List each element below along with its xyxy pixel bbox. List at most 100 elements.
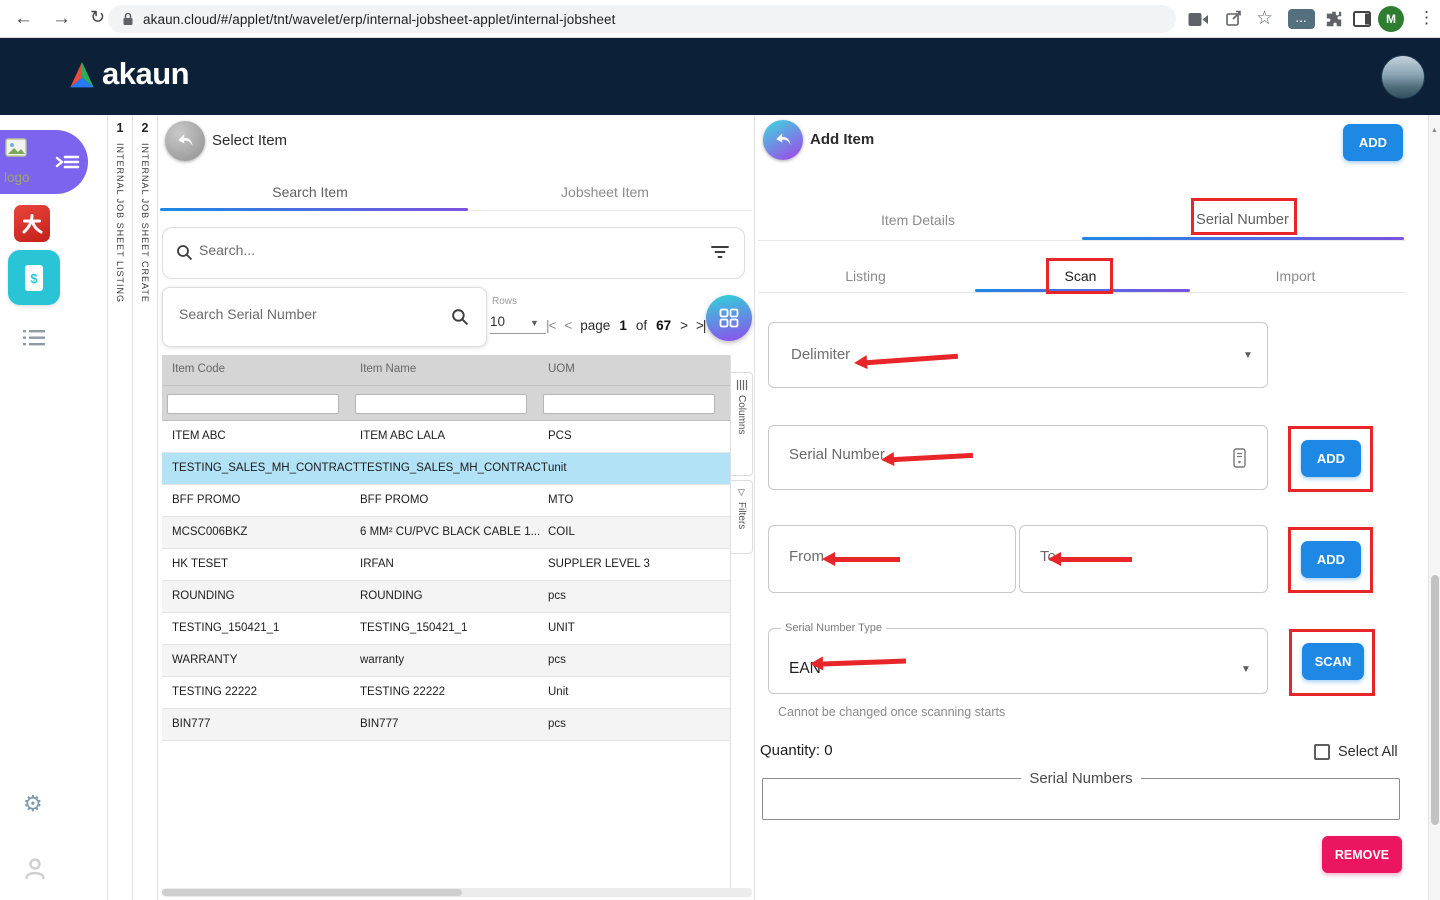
handheld-scanner-icon[interactable] (1233, 448, 1246, 468)
subtab-import[interactable]: Import (1188, 268, 1403, 284)
filter-input-item-name[interactable] (355, 394, 527, 414)
scrollbar-thumb[interactable] (1431, 575, 1439, 825)
filter-input-uom[interactable] (543, 394, 715, 414)
delimiter-select[interactable]: Delimiter ▼ (768, 322, 1268, 388)
cell-item-code: MCSC006BKZ (172, 526, 247, 538)
column-header-uom[interactable]: UOM (548, 363, 575, 375)
select-all-checkbox[interactable] (1314, 744, 1330, 760)
add-item-button[interactable]: ADD (1343, 124, 1403, 161)
search-icon[interactable] (451, 308, 469, 326)
menu-collapse-icon[interactable] (54, 150, 80, 174)
tab-serial-number[interactable]: Serial Number (1080, 212, 1405, 228)
serial-numbers-list[interactable]: Serial Numbers (762, 770, 1400, 820)
first-page-button[interactable]: |< (546, 318, 555, 333)
scan-button[interactable]: SCAN (1302, 643, 1364, 680)
extensions-puzzle-icon[interactable] (1322, 8, 1346, 30)
browser-forward-icon[interactable]: → (52, 8, 71, 30)
address-bar[interactable]: akaun.cloud/#/applet/tnt/wavelet/erp/int… (108, 5, 1176, 33)
right-panel-scrollbar[interactable]: ▲ (1428, 115, 1440, 900)
cell-item-name: ROUNDING (360, 590, 423, 602)
total-pages: 67 (656, 318, 671, 333)
active-tab-underline (1082, 237, 1404, 240)
bookmark-star-icon[interactable]: ☆ (1256, 7, 1273, 30)
funnel-icon: ▽ (738, 487, 745, 498)
cell-item-code: TESTING_SALES_MH_CONTRACT (172, 462, 360, 474)
subtab-listing[interactable]: Listing (758, 268, 973, 284)
tab-jobsheet-item[interactable]: Jobsheet Item (460, 184, 750, 200)
table-row[interactable]: ROUNDING ROUNDING pcs (162, 581, 730, 613)
cell-item-name: ITEM ABC LALA (360, 430, 445, 442)
table-row[interactable]: BIN777 BIN777 pcs (162, 709, 730, 741)
delimiter-caret-icon: ▼ (1243, 350, 1253, 361)
svg-text:$: $ (30, 271, 38, 286)
app-root: ← → ↻ akaun.cloud/#/applet/tnt/wavelet/e… (0, 0, 1440, 900)
next-page-button[interactable]: > (680, 318, 687, 333)
app-tile-billing-icon[interactable]: $ (8, 250, 60, 305)
remove-button[interactable]: REMOVE (1322, 836, 1402, 873)
table-filter-row (162, 385, 730, 421)
cell-item-name: 6 MM² CU/PVC BLACK CABLE 1... (360, 526, 540, 538)
workspace-tab-create[interactable]: 2 INTERNAL JOB SHEET CREATE (133, 115, 158, 900)
rows-per-page-value: 10 (490, 314, 505, 329)
share-icon[interactable] (1222, 7, 1246, 29)
table-row[interactable]: MCSC006BKZ 6 MM² CU/PVC BLACK CABLE 1...… (162, 517, 730, 549)
select-item-back-button[interactable] (165, 121, 205, 161)
current-page: 1 (619, 318, 627, 333)
add-item-back-button[interactable] (763, 120, 803, 160)
side-panel-icon[interactable] (1350, 8, 1374, 30)
extension-badge-icon[interactable]: ... (1288, 9, 1315, 29)
settings-gear-icon[interactable]: ⚙ (23, 791, 43, 817)
browser-menu-icon[interactable]: ⋮ (1418, 8, 1435, 28)
cell-item-code: ROUNDING (172, 590, 235, 602)
item-search-input[interactable] (199, 242, 679, 258)
columns-tab-label: Columns (736, 395, 747, 434)
column-header-item-name[interactable]: Item Name (360, 363, 416, 375)
grid-view-button[interactable] (706, 295, 752, 341)
serial-add-button[interactable]: ADD (1301, 440, 1361, 477)
table-row[interactable]: ITEM ABC ITEM ABC LALA PCS (162, 421, 730, 453)
table-row[interactable]: WARRANTY warranty pcs (162, 645, 730, 677)
app-navbar: akaun (0, 38, 1440, 115)
camera-icon[interactable] (1186, 8, 1210, 30)
cell-item-code: TESTING 22222 (172, 686, 257, 698)
from-input[interactable] (789, 548, 849, 565)
browser-profile-avatar[interactable]: M (1378, 6, 1404, 32)
workspace-tab-label: INTERNAL JOB SHEET LISTING (115, 143, 125, 303)
serial-search-input[interactable] (179, 306, 439, 322)
serial-number-input[interactable] (789, 446, 1169, 463)
prev-page-button[interactable]: < (564, 318, 571, 333)
columns-vertical-tab[interactable]: Columns (731, 372, 753, 476)
table-horizontal-scrollbar[interactable] (162, 888, 752, 897)
filter-input-item-code[interactable] (167, 394, 339, 414)
tab-item-details[interactable]: Item Details (758, 212, 1078, 228)
workspace-tab-listing[interactable]: 1 INTERNAL JOB SHEET LISTING (108, 115, 133, 900)
cell-uom: SUPPLER LEVEL 3 (548, 558, 650, 570)
scroll-up-icon[interactable]: ▲ (1431, 127, 1438, 134)
table-row[interactable]: TESTING_150421_1 TESTING_150421_1 UNIT (162, 613, 730, 645)
table-header: Item Code Item Name UOM (162, 355, 730, 385)
browser-reload-icon[interactable]: ↻ (90, 7, 105, 28)
tab-search-item[interactable]: Search Item (160, 184, 460, 200)
rows-per-page-select[interactable]: 10 ▼ (490, 314, 546, 334)
range-add-button[interactable]: ADD (1301, 541, 1361, 578)
table-row-selected[interactable]: TESTING_SALES_MH_CONTRACT TESTING_SALES_… (162, 453, 730, 485)
table-row[interactable]: TESTING 22222 TESTING 22222 Unit (162, 677, 730, 709)
browser-back-icon[interactable]: ← (14, 8, 33, 30)
sidebar-logo-pill[interactable]: logo (0, 130, 88, 194)
scrollbar-thumb[interactable] (162, 889, 462, 896)
filters-vertical-tab[interactable]: ▽ Filters (731, 480, 753, 554)
user-avatar[interactable] (1381, 55, 1425, 99)
last-page-button[interactable]: >| (696, 318, 705, 333)
list-menu-icon[interactable] (22, 328, 46, 348)
table-row[interactable]: HK TESET IRFAN SUPPLER LEVEL 3 (162, 549, 730, 581)
table-row[interactable]: BFF PROMO BFF PROMO MTO (162, 485, 730, 517)
to-input[interactable] (1040, 548, 1090, 565)
filter-list-icon[interactable] (711, 244, 729, 260)
left-panel-title: Select Item (212, 132, 287, 149)
subtab-scan[interactable]: Scan (973, 268, 1188, 284)
app-tile-da-icon[interactable] (14, 205, 50, 242)
select-all-label: Select All (1338, 744, 1398, 760)
column-header-item-code[interactable]: Item Code (172, 363, 225, 375)
profile-person-icon[interactable] (22, 855, 48, 881)
serial-number-type-select[interactable]: Serial Number Type EAN ▼ (768, 622, 1268, 694)
